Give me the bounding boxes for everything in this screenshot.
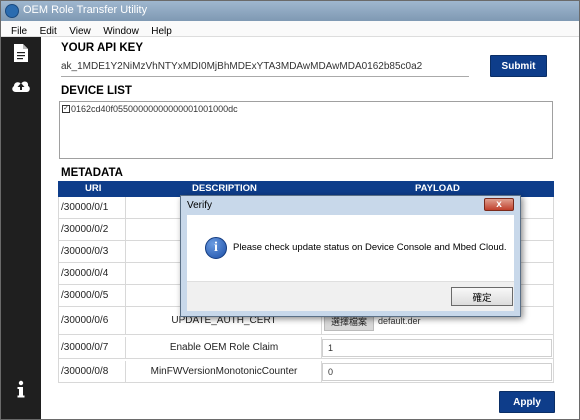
row-uri: /30000/0/4: [61, 268, 109, 279]
menu-bar: File Edit View Window Help: [1, 21, 579, 37]
payload-input[interactable]: 0: [322, 363, 552, 381]
row-uri: /30000/0/6: [61, 315, 109, 326]
row-description: MinFWVersionMonotonicCounter: [150, 366, 298, 377]
row-uri: /30000/0/8: [61, 366, 109, 377]
table-row: /30000/0/7 Enable OEM Role Claim 1: [58, 337, 554, 359]
upload-icon[interactable]: [11, 75, 31, 95]
title-bar: OEM Role Transfer Utility: [1, 1, 579, 21]
apply-button[interactable]: Apply: [499, 391, 555, 413]
payload-input[interactable]: 1: [322, 339, 552, 357]
info-icon[interactable]: [11, 379, 31, 399]
row-uri: /30000/0/1: [61, 202, 109, 213]
column-payload: PAYLOAD: [415, 183, 460, 194]
dialog-ok-button[interactable]: 確定: [451, 287, 513, 306]
dialog-footer: 確定: [187, 281, 514, 311]
device-list-heading: DEVICE LIST: [61, 85, 132, 97]
document-icon[interactable]: [11, 43, 31, 63]
metadata-heading: METADATA: [61, 167, 123, 179]
table-row: /30000/0/8 MinFWVersionMonotonicCounter …: [58, 361, 554, 383]
file-name-label: default.der: [378, 316, 421, 326]
sidebar: [1, 37, 41, 419]
device-checkbox[interactable]: ✓: [62, 105, 70, 113]
column-description: DESCRIPTION: [192, 183, 257, 194]
app-logo-icon: [5, 4, 19, 18]
device-list-item[interactable]: ✓ 0162cd40f05500000000000001001000dc: [62, 104, 238, 114]
row-uri: /30000/0/2: [61, 224, 109, 235]
device-list: ✓ 0162cd40f05500000000000001001000dc: [59, 101, 553, 159]
row-uri: /30000/0/7: [61, 342, 109, 353]
device-id: 0162cd40f05500000000000001001000dc: [71, 104, 238, 114]
dialog-message: Please check update status on Device Con…: [233, 242, 507, 253]
row-description: Enable OEM Role Claim: [169, 342, 279, 353]
information-icon: i: [205, 237, 227, 259]
window-title: OEM Role Transfer Utility: [23, 4, 148, 16]
column-uri: URI: [85, 183, 102, 194]
submit-button[interactable]: Submit: [490, 55, 547, 77]
dialog-title: Verify: [187, 200, 213, 211]
api-key-heading: YOUR API KEY: [61, 42, 144, 54]
row-uri: /30000/0/5: [61, 290, 109, 301]
dialog-close-button[interactable]: x: [484, 198, 514, 211]
app-window: OEM Role Transfer Utility File Edit View…: [0, 0, 580, 420]
row-uri: /30000/0/3: [61, 246, 109, 257]
api-key-input[interactable]: ak_1MDE1Y2NiMzVhNTYxMDI0MjBhMDExYTA3MDAw…: [61, 57, 469, 77]
dialog-body: i Please check update status on Device C…: [187, 215, 514, 281]
verify-dialog: Verify x i Please check update status on…: [180, 195, 521, 317]
